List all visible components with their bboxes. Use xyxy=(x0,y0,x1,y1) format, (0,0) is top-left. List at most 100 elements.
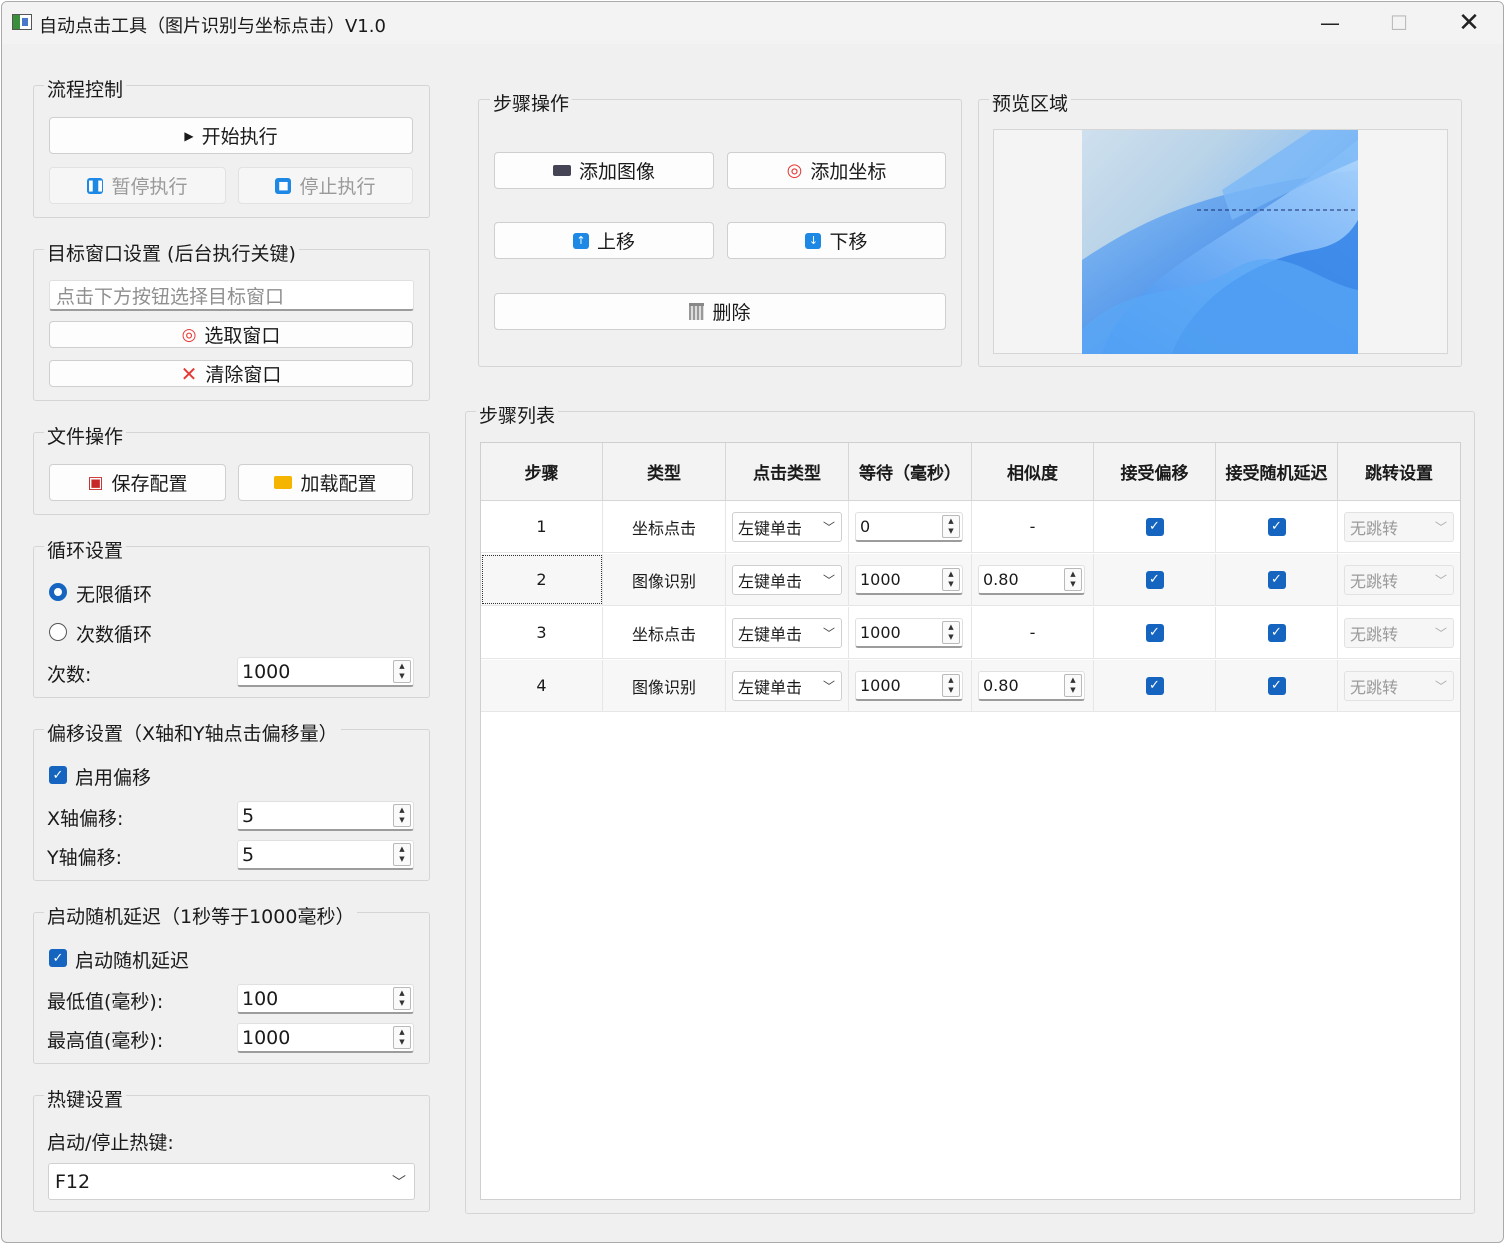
pick-window-label: 选取窗口 xyxy=(204,325,281,347)
delete-button[interactable]: 删除 xyxy=(494,293,946,330)
pause-button[interactable]: ❚❚ 暂停执行 xyxy=(49,167,226,204)
target-window-input[interactable]: 点击下方按钮选择目标窗口 xyxy=(49,280,414,311)
col-wait[interactable]: 等待（毫秒） xyxy=(849,443,972,500)
save-config-button[interactable]: ▣ 保存配置 xyxy=(49,464,226,501)
col-click-type[interactable]: 点击类型 xyxy=(726,443,849,500)
col-jump[interactable]: 跳转设置 xyxy=(1338,443,1460,500)
col-similarity[interactable]: 相似度 xyxy=(972,443,1094,500)
min-delay-spinbox[interactable]: 100 ▲ ▼ xyxy=(237,984,414,1014)
stop-button[interactable]: ■ 停止执行 xyxy=(238,167,413,204)
infinite-loop-radio[interactable] xyxy=(49,583,67,601)
col-type[interactable]: 类型 xyxy=(603,443,726,500)
add-coord-label: 添加坐标 xyxy=(810,161,887,183)
enable-random-delay-checkbox[interactable]: ✓ xyxy=(49,949,67,967)
start-button[interactable]: ▶ 开始执行 xyxy=(49,117,413,154)
clear-window-button[interactable]: ✕ 清除窗口 xyxy=(49,360,413,387)
y-offset-spinbox[interactable]: 5 ▲ ▼ xyxy=(237,840,414,870)
col-step[interactable]: 步骤 xyxy=(481,443,603,500)
spin-arrows-icon[interactable]: ▲ ▼ xyxy=(1064,674,1082,697)
wait-spinbox[interactable]: 1000 ▲ ▼ xyxy=(855,671,963,701)
cell-type[interactable]: 图像识别 xyxy=(603,554,726,605)
cell-click-type: 左键单击 ﹀ xyxy=(726,501,849,552)
spin-arrows-icon[interactable]: ▲ ▼ xyxy=(393,987,411,1010)
table-row[interactable]: 2 图像识别 左键单击 ﹀ 1000 ▲ ▼ 0.80 ▲ ▼ ✓ ✓ 无跳转 ﹀ xyxy=(481,554,1460,606)
accept-random-checkbox[interactable]: ✓ xyxy=(1267,517,1286,536)
wait-spinbox[interactable]: 0 ▲ ▼ xyxy=(855,512,963,542)
spin-arrows-icon[interactable]: ▲ ▼ xyxy=(393,804,411,827)
spin-arrows-icon[interactable]: ▲ ▼ xyxy=(393,1026,411,1049)
cell-similarity: - xyxy=(972,607,1094,658)
click-type-value: 左键单击 xyxy=(738,625,803,644)
enable-offset-checkbox[interactable]: ✓ xyxy=(49,766,67,784)
offset-title: 偏移设置（X轴和Y轴点击偏移量） xyxy=(44,719,341,746)
cell-step[interactable]: 2 xyxy=(481,554,603,605)
maximize-button[interactable]: ☐ xyxy=(1364,2,1434,44)
spin-arrows-icon[interactable]: ▲ ▼ xyxy=(942,568,960,591)
accept-offset-checkbox[interactable]: ✓ xyxy=(1145,623,1164,642)
click-type-value: 左键单击 xyxy=(738,678,803,697)
accept-random-checkbox[interactable]: ✓ xyxy=(1267,623,1286,642)
add-image-button[interactable]: 添加图像 xyxy=(494,152,714,189)
click-type-select[interactable]: 左键单击 ﹀ xyxy=(732,565,842,595)
chevron-down-icon: ﹀ xyxy=(1434,679,1447,694)
folder-icon xyxy=(274,476,293,489)
jump-select[interactable]: 无跳转 ﹀ xyxy=(1344,618,1454,648)
move-up-button[interactable]: ↑ 上移 xyxy=(494,222,714,259)
table-header: 步骤 类型 点击类型 等待（毫秒） 相似度 接受偏移 接受随机延迟 跳转设置 xyxy=(481,443,1460,501)
cell-step[interactable]: 1 xyxy=(481,501,603,552)
jump-select[interactable]: 无跳转 ﹀ xyxy=(1344,512,1454,542)
cell-accept-random: ✓ xyxy=(1216,554,1338,605)
wait-spinbox[interactable]: 1000 ▲ ▼ xyxy=(855,618,963,648)
cell-type[interactable]: 坐标点击 xyxy=(603,607,726,658)
similarity-spinbox[interactable]: 0.80 ▲ ▼ xyxy=(978,565,1085,595)
accept-random-checkbox[interactable]: ✓ xyxy=(1267,676,1286,695)
cell-step[interactable]: 4 xyxy=(481,660,603,711)
click-type-select[interactable]: 左键单击 ﹀ xyxy=(732,671,842,701)
pick-window-button[interactable]: ◎ 选取窗口 xyxy=(49,321,413,348)
click-type-select[interactable]: 左键单击 ﹀ xyxy=(732,512,842,542)
jump-value: 无跳转 xyxy=(1350,678,1399,697)
jump-select[interactable]: 无跳转 ﹀ xyxy=(1344,565,1454,595)
save-config-label: 保存配置 xyxy=(111,473,188,495)
cell-step[interactable]: 3 xyxy=(481,607,603,658)
accept-random-checkbox[interactable]: ✓ xyxy=(1267,570,1286,589)
accept-offset-checkbox[interactable]: ✓ xyxy=(1145,676,1164,695)
spin-arrows-icon[interactable]: ▲ ▼ xyxy=(1064,568,1082,591)
hotkey-select[interactable]: F12 ﹀ xyxy=(48,1163,415,1200)
move-down-button[interactable]: ↓ 下移 xyxy=(727,222,946,259)
count-spinbox[interactable]: 1000 ▲ ▼ xyxy=(237,657,414,687)
close-button[interactable]: ✕ xyxy=(1434,2,1503,44)
add-coord-button[interactable]: ◎ 添加坐标 xyxy=(727,152,946,189)
max-delay-spinbox[interactable]: 1000 ▲ ▼ xyxy=(237,1023,414,1053)
load-config-button[interactable]: 加载配置 xyxy=(238,464,413,501)
accept-offset-checkbox[interactable]: ✓ xyxy=(1145,517,1164,536)
table-row[interactable]: 1 坐标点击 左键单击 ﹀ 0 ▲ ▼ - ✓ ✓ 无跳转 ﹀ xyxy=(481,501,1460,553)
cell-similarity: 0.80 ▲ ▼ xyxy=(972,554,1094,605)
cell-type[interactable]: 图像识别 xyxy=(603,660,726,711)
table-row[interactable]: 3 坐标点击 左键单击 ﹀ 1000 ▲ ▼ - ✓ ✓ 无跳转 ﹀ xyxy=(481,607,1460,659)
wait-spinbox[interactable]: 1000 ▲ ▼ xyxy=(855,565,963,595)
random-delay-title: 启动随机延迟（1秒等于1000毫秒） xyxy=(44,902,358,929)
jump-value: 无跳转 xyxy=(1350,625,1399,644)
jump-value: 无跳转 xyxy=(1350,519,1399,538)
count-loop-radio[interactable] xyxy=(49,623,67,641)
spin-arrows-icon[interactable]: ▲ ▼ xyxy=(942,621,960,644)
table-row[interactable]: 4 图像识别 左键单击 ﹀ 1000 ▲ ▼ 0.80 ▲ ▼ ✓ ✓ 无跳转 ﹀ xyxy=(481,660,1460,712)
jump-select[interactable]: 无跳转 ﹀ xyxy=(1344,671,1454,701)
spin-arrows-icon[interactable]: ▲ ▼ xyxy=(942,674,960,697)
cell-type[interactable]: 坐标点击 xyxy=(603,501,726,552)
accept-offset-checkbox[interactable]: ✓ xyxy=(1145,570,1164,589)
target-icon: ◎ xyxy=(786,160,803,181)
minimize-button[interactable]: — xyxy=(1295,2,1365,44)
similarity-spinbox[interactable]: 0.80 ▲ ▼ xyxy=(978,671,1085,701)
chevron-down-icon: ﹀ xyxy=(1434,520,1447,535)
cell-accept-offset: ✓ xyxy=(1094,554,1216,605)
click-type-select[interactable]: 左键单击 ﹀ xyxy=(732,618,842,648)
spin-arrows-icon[interactable]: ▲ ▼ xyxy=(942,515,960,538)
x-offset-spinbox[interactable]: 5 ▲ ▼ xyxy=(237,801,414,831)
spin-arrows-icon[interactable]: ▲ ▼ xyxy=(393,843,411,866)
col-accept-random-delay[interactable]: 接受随机延迟 xyxy=(1216,443,1338,500)
col-accept-offset[interactable]: 接受偏移 xyxy=(1094,443,1216,500)
spin-arrows-icon[interactable]: ▲ ▼ xyxy=(393,660,411,683)
stop-button-label: 停止执行 xyxy=(299,176,376,198)
